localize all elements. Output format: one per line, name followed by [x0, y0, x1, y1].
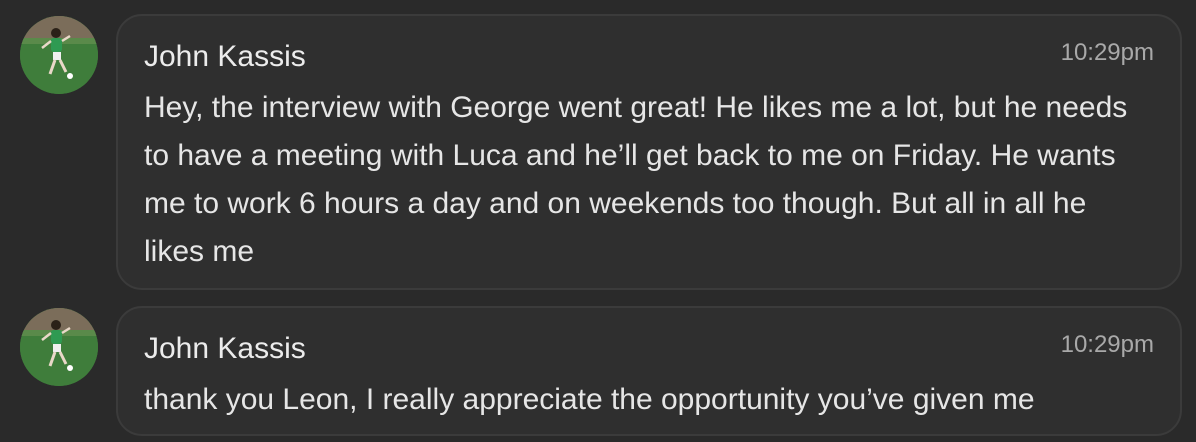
message-bubble: John Kassis 10:29pm thank you Leon, I re… [116, 306, 1182, 436]
avatar[interactable] [20, 16, 98, 94]
user-avatar-photo-icon [20, 308, 98, 386]
user-avatar-photo-icon [20, 16, 98, 94]
message-text: thank you Leon, I really appreciate the … [144, 383, 1035, 416]
message-timestamp: 10:29pm [1060, 39, 1154, 66]
message-bubble: John Kassis 10:29pm Hey, the interview w… [116, 14, 1182, 290]
sender-name: John Kassis [144, 40, 306, 73]
message-text: Hey, the interview with George went grea… [144, 91, 1128, 268]
sender-name: John Kassis [144, 332, 306, 365]
message-timestamp: 10:29pm [1060, 331, 1154, 358]
avatar[interactable] [20, 308, 98, 386]
